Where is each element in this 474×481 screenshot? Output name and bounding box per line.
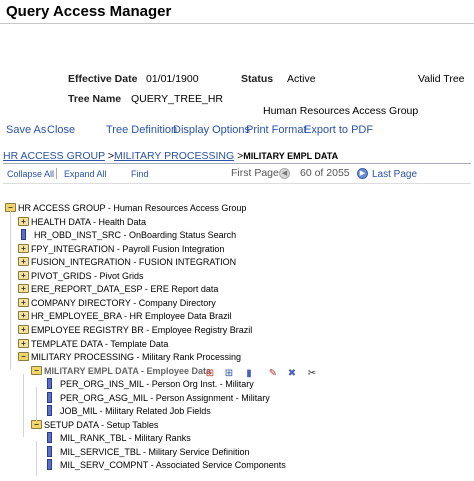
folder-icon[interactable]: +: [18, 311, 29, 320]
folder-icon[interactable]: +: [18, 339, 29, 348]
insert-child-leaf-icon[interactable]: ▮: [243, 368, 255, 380]
edit-data-icon[interactable]: ✎: [267, 368, 279, 380]
tree-node-label[interactable]: ERE_REPORT_DATA_ESP - ERE Report data: [31, 283, 218, 296]
tree-name-value: QUERY_TREE_HR: [131, 93, 223, 105]
tree-node-label[interactable]: PIVOT_GRIDS - Pivot Grids: [31, 270, 144, 283]
effective-date-label: Effective Date: [68, 73, 138, 85]
status-value: Active: [287, 73, 316, 85]
tree-node-label[interactable]: JOB_MIL - Military Related Job Fields: [60, 405, 211, 418]
leaf-icon[interactable]: [47, 459, 52, 470]
effective-date-value: 01/01/1900: [146, 73, 199, 85]
leaf-icon[interactable]: [47, 378, 52, 389]
first-page-label: First Page: [231, 167, 279, 179]
print-format-link[interactable]: Print Format: [246, 124, 307, 136]
expand-all-link[interactable]: Expand All: [64, 169, 107, 179]
nav-separator: [56, 168, 57, 179]
tree-node-label[interactable]: TEMPLATE DATA - Template Data: [31, 338, 168, 351]
folder-icon[interactable]: +: [18, 298, 29, 307]
valid-tree-text: Valid Tree: [418, 73, 465, 85]
close-link[interactable]: Close: [47, 124, 75, 136]
leaf-icon[interactable]: [47, 392, 52, 403]
status-label: Status: [241, 73, 274, 85]
insert-sibling-node-icon[interactable]: ⊞: [223, 368, 235, 380]
breadcrumb-military-processing[interactable]: MILITARY PROCESSING: [114, 150, 234, 162]
tree-node-label[interactable]: HR_OBD_INST_SRC - OnBoarding Status Sear…: [34, 229, 236, 242]
page-count: 60 of 2055: [300, 167, 350, 179]
tree-node-label[interactable]: MILITARY EMPL DATA - Employee Data: [44, 365, 211, 378]
tree-connector-line: [36, 441, 37, 476]
tree-definition-link[interactable]: Tree Definition: [106, 124, 177, 136]
tree-node-label[interactable]: HEALTH DATA - Health Data: [31, 216, 146, 229]
title-divider: [0, 23, 474, 24]
tree-node-label[interactable]: HR ACCESS GROUP - Human Resources Access…: [18, 202, 246, 215]
breadcrumb-hr-access-group[interactable]: HR ACCESS GROUP: [3, 150, 105, 162]
folder-icon[interactable]: +: [18, 325, 29, 334]
breadcrumb: HR ACCESS GROUP >MILITARY PROCESSING >MI…: [3, 150, 338, 162]
leaf-icon[interactable]: [47, 432, 52, 443]
cut-icon[interactable]: ✂: [306, 368, 318, 380]
leaf-icon[interactable]: [47, 446, 52, 457]
tree-connector-line: [36, 387, 37, 422]
find-link[interactable]: Find: [131, 169, 149, 179]
folder-icon[interactable]: +: [18, 257, 29, 266]
tree-node-label[interactable]: FUSION_INTEGRATION - FUSION INTEGRATION: [31, 256, 236, 269]
folder-open-icon[interactable]: −: [18, 352, 29, 361]
tree-node-label[interactable]: MIL_RANK_TBL - Military Ranks: [60, 432, 191, 445]
last-page-link[interactable]: Last Page: [372, 169, 417, 180]
tree-node-label[interactable]: PER_ORG_ASG_MIL - Person Assignment - Mi…: [60, 392, 270, 405]
delete-node-icon[interactable]: ✖: [286, 368, 298, 380]
breadcrumb-separator: >: [234, 150, 244, 162]
folder-icon[interactable]: +: [18, 284, 29, 293]
tree-node-label[interactable]: MIL_SERV_COMPNT - Associated Service Com…: [60, 459, 286, 472]
folder-icon[interactable]: +: [18, 271, 29, 280]
tree-name-label: Tree Name: [68, 93, 122, 105]
leaf-icon[interactable]: [21, 229, 26, 240]
tree-node-label[interactable]: SETUP DATA - Setup Tables: [44, 419, 158, 432]
tree-connector-line: [10, 211, 11, 369]
display-options-link[interactable]: Display Options: [173, 124, 250, 136]
save-as-link[interactable]: Save As: [6, 124, 46, 136]
leaf-icon[interactable]: [47, 405, 52, 416]
tree-node-label[interactable]: HR_EMPLOYEE_BRA - HR Employee Data Brazi…: [31, 310, 232, 323]
folder-icon[interactable]: +: [18, 217, 29, 226]
folder-icon[interactable]: +: [18, 244, 29, 253]
page-title: Query Access Manager: [6, 3, 172, 20]
breadcrumb-current: MILITARY EMPL DATA: [243, 151, 339, 161]
breadcrumb-separator: >: [104, 150, 114, 162]
tree-node-label[interactable]: EMPLOYEE REGISTRY BR - Employee Registry…: [31, 324, 252, 337]
next-page-icon[interactable]: ▶: [357, 168, 368, 179]
tree-connector-line: [23, 374, 24, 437]
breadcrumb-divider: [3, 163, 471, 164]
tree-node-label[interactable]: COMPANY DIRECTORY - Company Directory: [31, 297, 216, 310]
previous-page-icon: ◀: [279, 168, 290, 179]
tree-node-label[interactable]: MIL_SERVICE_TBL - Military Service Defin…: [60, 446, 250, 459]
collapse-all-link[interactable]: Collapse All: [7, 169, 54, 179]
tree-description: Human Resources Access Group: [263, 105, 419, 117]
folder-open-icon[interactable]: −: [31, 366, 42, 375]
insert-child-node-icon[interactable]: ⊞: [204, 368, 216, 380]
tree-node-label[interactable]: FPY_INTEGRATION - Payroll Fusion Integra…: [31, 243, 224, 256]
tree-node-label[interactable]: MILITARY PROCESSING - Military Rank Proc…: [31, 351, 241, 364]
export-pdf-link[interactable]: Export to PDF: [304, 124, 373, 136]
nav-divider: [3, 183, 471, 184]
